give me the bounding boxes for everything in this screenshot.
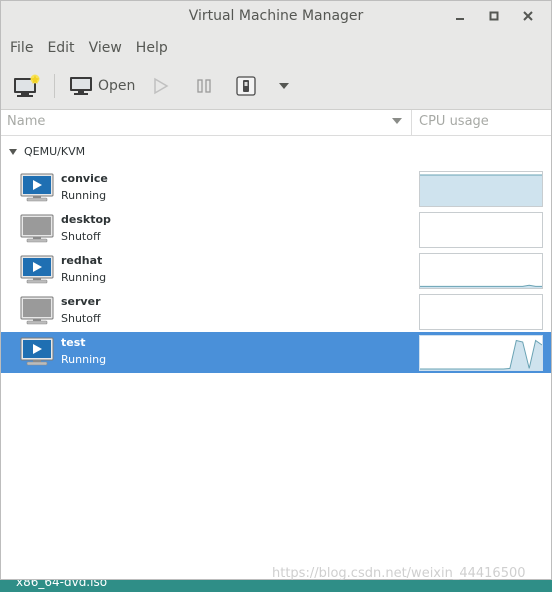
open-button-label: Open xyxy=(98,78,136,94)
maximize-button[interactable] xyxy=(477,4,511,28)
vm-running-icon xyxy=(20,255,54,285)
window-title: Virtual Machine Manager xyxy=(188,8,364,24)
vm-row-server[interactable]: server Shutoff xyxy=(1,291,551,332)
cpu-usage-graph xyxy=(419,212,543,248)
cpu-usage-graph xyxy=(419,171,543,207)
column-header-cpu[interactable]: CPU usage xyxy=(419,114,489,129)
menu-file[interactable]: File xyxy=(3,40,40,56)
close-button[interactable] xyxy=(511,4,545,28)
toolbar: Open xyxy=(1,64,551,110)
open-button[interactable]: Open xyxy=(69,72,135,100)
vm-row-redhat[interactable]: redhat Running xyxy=(1,250,551,291)
vm-row-desktop[interactable]: desktop Shutoff xyxy=(1,209,551,250)
vm-status: Running xyxy=(61,189,107,202)
vm-shutoff-icon xyxy=(20,296,54,326)
chevron-down-icon xyxy=(279,83,289,89)
monitor-icon xyxy=(70,77,92,95)
minimize-button[interactable] xyxy=(443,4,477,28)
vm-status: Shutoff xyxy=(61,312,101,325)
menu-view[interactable]: View xyxy=(82,40,129,56)
sort-arrow-icon[interactable] xyxy=(391,115,403,127)
taskbar-item[interactable]: x86_64-dvd.iso xyxy=(16,580,107,589)
vm-status: Running xyxy=(61,271,107,284)
cpu-usage-graph xyxy=(419,253,543,289)
watermark: https://blog.csdn.net/weixin_44416500 xyxy=(272,566,526,581)
vm-name: test xyxy=(61,336,86,349)
vm-running-icon xyxy=(20,173,54,203)
vm-name: convice xyxy=(61,172,108,185)
table-header: Name CPU usage xyxy=(1,110,551,136)
menu-bar: File Edit View Help xyxy=(1,31,551,64)
taskbar: x86_64-dvd.iso xyxy=(0,580,552,592)
cpu-usage-graph xyxy=(419,335,543,371)
menu-help[interactable]: Help xyxy=(129,40,175,56)
minimize-icon xyxy=(456,18,464,20)
vm-running-icon xyxy=(20,337,54,367)
cpu-line xyxy=(420,284,542,287)
cpu-area xyxy=(420,175,542,206)
vm-name: desktop xyxy=(61,213,111,226)
expander-down-icon[interactable] xyxy=(8,148,18,156)
close-icon xyxy=(523,11,533,21)
toolbar-separator xyxy=(54,74,55,98)
shutdown-menu-button[interactable] xyxy=(277,72,291,100)
play-icon xyxy=(154,77,169,95)
group-label: QEMU/KVM xyxy=(24,145,86,158)
pause-icon xyxy=(197,79,211,93)
main-window: Virtual Machine Manager File Edit View H… xyxy=(0,0,552,580)
vm-status: Shutoff xyxy=(61,230,101,243)
vm-name: redhat xyxy=(61,254,103,267)
vm-row-test[interactable]: test Running xyxy=(1,332,551,373)
window-controls xyxy=(443,1,545,31)
column-divider[interactable] xyxy=(411,110,412,135)
cpu-usage-graph xyxy=(419,294,543,330)
maximize-icon xyxy=(489,11,499,21)
vm-row-convice[interactable]: convice Running xyxy=(1,168,551,209)
pause-button[interactable] xyxy=(196,72,212,100)
new-vm-icon xyxy=(14,74,40,97)
title-bar[interactable]: Virtual Machine Manager xyxy=(1,1,551,31)
group-row-qemu[interactable]: QEMU/KVM xyxy=(1,140,551,164)
vm-shutoff-icon xyxy=(20,214,54,244)
run-button[interactable] xyxy=(153,72,169,100)
vm-status: Running xyxy=(61,353,107,366)
new-vm-button[interactable] xyxy=(13,72,41,100)
vm-name: server xyxy=(61,295,101,308)
shutdown-button[interactable] xyxy=(235,72,257,100)
column-header-name[interactable]: Name xyxy=(7,114,45,129)
power-icon xyxy=(236,76,256,96)
menu-edit[interactable]: Edit xyxy=(40,40,81,56)
